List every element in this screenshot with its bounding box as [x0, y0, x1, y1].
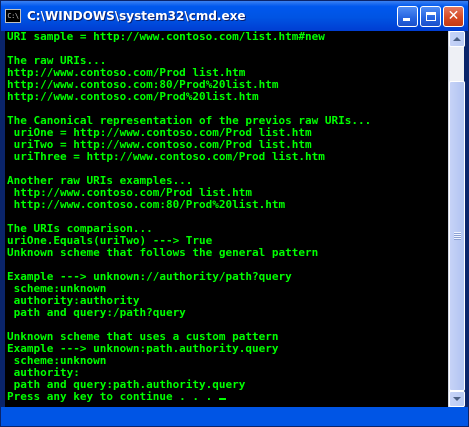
console-prompt-line: Press any key to continue . . .: [5, 391, 448, 403]
console-line: http://www.contoso.com:80/Prod%20list.ht…: [7, 198, 286, 211]
app-icon-label: C:\: [7, 11, 19, 20]
console-line: uriThree = http://www.contoso.com/Prod l…: [7, 150, 325, 163]
console-line: path and query:/path?query: [7, 306, 186, 319]
console-output[interactable]: URI sample = http://www.contoso.com/list…: [5, 31, 448, 407]
maximize-button[interactable]: [420, 5, 441, 27]
console-line: Unknown scheme that follows the general …: [7, 246, 319, 259]
window-controls: ✕: [397, 5, 464, 27]
prompt-text: Press any key to continue . . .: [7, 390, 219, 403]
window-bottom-frame: [1, 407, 468, 426]
close-button[interactable]: ✕: [443, 5, 464, 27]
close-icon: ✕: [447, 8, 460, 24]
text-cursor: [218, 398, 226, 400]
maximize-icon: [425, 11, 436, 21]
scroll-down-arrow-icon: [453, 397, 461, 401]
title-bar[interactable]: C:\ C:\WINDOWS\system32\cmd.exe ✕: [1, 1, 468, 31]
console-line: http://www.contoso.com/Prod%20list.htm: [7, 90, 259, 103]
vertical-scrollbar[interactable]: [448, 31, 465, 407]
scroll-up-button[interactable]: [449, 31, 465, 47]
cmd-app-icon[interactable]: C:\: [5, 9, 21, 23]
console-text: URI sample = http://www.contoso.com/list…: [5, 31, 448, 391]
window-title: C:\WINDOWS\system32\cmd.exe: [27, 9, 246, 23]
scroll-up-arrow-icon: [453, 37, 461, 41]
scrollbar-grip-icon: [454, 232, 461, 240]
console-window: C:\ C:\WINDOWS\system32\cmd.exe ✕ URI sa…: [0, 0, 469, 427]
minimize-icon: [403, 17, 410, 21]
minimize-button[interactable]: [397, 5, 418, 27]
console-line: URI sample = http://www.contoso.com/list…: [7, 31, 325, 43]
scroll-down-button[interactable]: [449, 391, 465, 407]
scrollbar-thumb[interactable]: [449, 81, 465, 391]
